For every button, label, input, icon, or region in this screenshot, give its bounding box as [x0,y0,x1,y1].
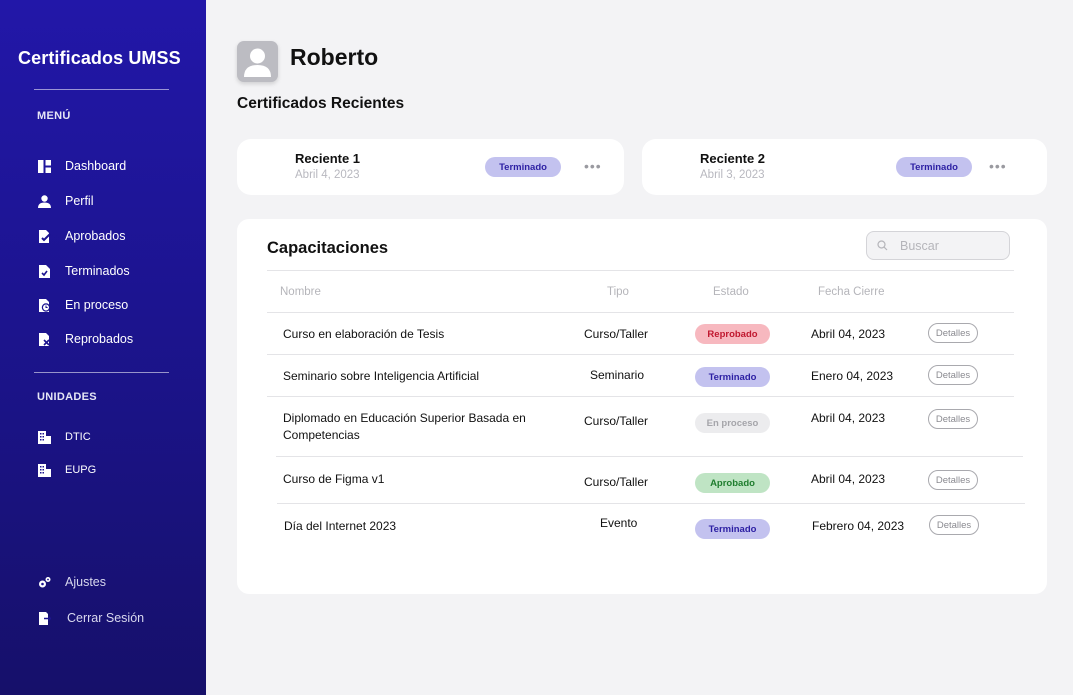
status-badge: Terminado [896,157,972,177]
row-name: Curso de Figma v1 [283,472,385,486]
status-badge: Terminado [695,367,770,387]
row-name: Día del Internet 2023 [284,519,397,533]
trainings-title: Capacitaciones [267,239,389,257]
row-date: Abril 04, 2023 [811,327,886,341]
sidebar-item-cerrar-sesion[interactable]: Cerrar Sesión [37,608,144,628]
row-date: Febrero 04, 2023 [812,519,905,533]
sidebar-item-label: Ajustes [65,575,106,589]
row-name: Seminario sobre Inteligencia Artificial [283,369,480,383]
finished-doc-icon [37,264,51,278]
sidebar-item-reprobados[interactable]: Reprobados [37,329,133,349]
sidebar-item-label: Perfil [65,194,94,208]
search-icon [877,240,888,251]
sidebar-divider [34,89,169,90]
details-button[interactable]: Detalles [929,515,979,535]
in-progress-doc-icon [37,298,51,312]
sidebar-item-label: Aprobados [65,229,126,243]
status-badge: Aprobado [695,473,770,493]
recent-name: Reciente 1 [295,151,361,166]
sidebar-item-label: Reprobados [65,332,134,346]
username: Roberto [290,44,379,70]
recent-card[interactable]: Reciente 2 Abril 3, 2023 Terminado ••• [642,139,1047,195]
trainings-panel: Capacitaciones Nombre Tipo Estado Fecha … [237,219,1047,594]
row-divider [267,312,1014,313]
row-divider [276,456,1023,457]
recent-date: Abril 3, 2023 [700,169,765,181]
row-divider [267,396,1014,397]
sidebar-item-label: En proceso [65,298,129,312]
row-date: Abril 04, 2023 [811,411,886,425]
brand-title: Certificados UMSS [18,48,181,68]
sidebar-item-ajustes[interactable]: Ajustes [37,572,106,592]
user-avatar-icon [244,48,271,77]
sidebar-divider [34,372,169,373]
recent-date: Abril 4, 2023 [295,169,360,181]
status-badge: Terminado [485,157,561,177]
row-type: Curso/Taller [584,327,649,341]
failed-doc-icon [37,332,51,346]
search-box[interactable] [866,231,1010,260]
logout-icon [37,611,51,625]
user-icon [37,194,51,208]
sidebar-item-eupg[interactable]: EUPG [37,460,96,480]
row-type: Evento [600,516,638,530]
sidebar-item-perfil[interactable]: Perfil [37,191,93,211]
building-icon [37,463,51,477]
column-header-name: Nombre [280,286,321,298]
sidebar-item-aprobados[interactable]: Aprobados [37,226,125,246]
recent-certificates-title: Certificados Recientes [237,95,405,112]
header-divider [267,270,1014,271]
recent-card[interactable]: Reciente 1 Abril 4, 2023 Terminado ••• [237,139,624,195]
approved-doc-icon [37,229,51,243]
dashboard-icon [37,159,51,173]
details-button[interactable]: Detalles [928,470,978,490]
row-name: Diplomado en Educación Superior Basada e… [283,411,526,442]
row-date: Abril 04, 2023 [811,472,886,486]
more-options-icon[interactable]: ••• [989,159,1007,173]
sidebar-item-label: Dashboard [65,159,127,173]
row-divider [267,354,1014,355]
building-icon [37,430,51,444]
sidebar-item-label: Terminados [65,264,130,278]
recent-name: Reciente 2 [700,151,766,166]
status-badge: En proceso [695,413,770,433]
sidebar-item-label: EUPG [65,464,97,476]
row-divider [277,503,1025,504]
status-badge: Reprobado [695,324,770,344]
menu-section-title: MENÚ [37,110,71,122]
sidebar-item-en-proceso[interactable]: En proceso [37,295,128,315]
details-button[interactable]: Detalles [928,323,978,343]
status-badge: Terminado [695,519,770,539]
more-options-icon[interactable]: ••• [584,159,602,173]
details-button[interactable]: Detalles [928,365,978,385]
row-type: Curso/Taller [584,414,649,428]
sidebar-item-label: DTIC [65,431,91,443]
sidebar: Certificados UMSS MENÚ Dashboard Perfil … [0,0,206,695]
sidebar-item-dtic[interactable]: DTIC [37,427,91,447]
sidebar-item-label: Cerrar Sesión [67,611,145,625]
sidebar-item-dashboard[interactable]: Dashboard [37,156,126,176]
details-button[interactable]: Detalles [928,409,978,429]
sidebar-item-terminados[interactable]: Terminados [37,261,130,281]
column-header-type: Tipo [607,286,629,298]
settings-icon [37,575,51,589]
avatar[interactable] [237,41,278,82]
row-name: Curso en elaboración de Tesis [283,327,445,341]
row-type: Curso/Taller [584,475,649,489]
row-type: Seminario [590,368,645,382]
column-header-date: Fecha Cierre [818,286,885,298]
units-section-title: UNIDADES [37,391,97,403]
row-date: Enero 04, 2023 [811,369,894,383]
search-input[interactable] [900,238,1000,253]
column-header-status: Estado [713,286,749,298]
